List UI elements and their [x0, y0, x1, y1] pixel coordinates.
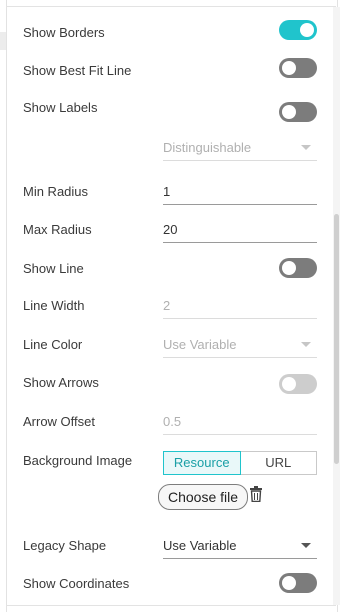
show-borders-label: Show Borders	[23, 25, 105, 40]
show-labels-row: Show Labels	[23, 99, 317, 125]
panel-top-divider	[6, 6, 336, 7]
show-borders-row: Show Borders	[23, 20, 317, 50]
toggle-knob	[282, 576, 296, 590]
line-color-row: Line Color Use Variable	[23, 336, 317, 362]
show-line-toggle[interactable]	[279, 258, 317, 278]
line-color-label: Line Color	[23, 337, 83, 352]
show-line-label: Show Line	[23, 261, 84, 276]
max-radius-value: 20	[163, 222, 178, 237]
min-radius-row: Min Radius 1	[23, 183, 317, 209]
toggle-knob	[282, 377, 296, 391]
resource-option[interactable]: Resource	[163, 451, 241, 475]
background-image-label: Background Image	[23, 453, 133, 468]
show-best-fit-line-row: Show Best Fit Line	[23, 58, 317, 88]
max-radius-label: Max Radius	[23, 222, 92, 237]
labels-mode-value: Distinguishable	[163, 140, 252, 155]
chevron-down-icon	[301, 145, 311, 150]
arrow-offset-input[interactable]: 0.5	[163, 412, 317, 435]
line-color-value: Use Variable	[163, 337, 237, 352]
line-width-input[interactable]: 2	[163, 296, 317, 319]
show-coordinates-row: Show Coordinates	[23, 573, 317, 601]
line-color-dropdown[interactable]: Use Variable	[163, 335, 317, 358]
legacy-shape-label: Legacy Shape	[23, 538, 107, 553]
trash-icon[interactable]	[250, 486, 262, 502]
background-image-source-toggle: Resource URL	[163, 451, 317, 475]
url-option[interactable]: URL	[240, 451, 317, 475]
show-line-row: Show Line	[23, 258, 317, 286]
show-borders-toggle[interactable]	[279, 20, 317, 40]
line-width-label: Line Width	[23, 298, 85, 313]
line-width-value: 2	[163, 298, 171, 313]
toggle-knob	[282, 261, 296, 275]
labels-mode-dropdown[interactable]: Distinguishable	[163, 138, 317, 161]
toggle-knob	[282, 61, 296, 75]
panel-bottom-divider	[6, 605, 336, 606]
show-best-fit-line-label: Show Best Fit Line	[23, 63, 132, 78]
max-radius-input[interactable]: 20	[163, 220, 317, 243]
toggle-knob	[282, 105, 296, 119]
left-edge-shade	[0, 32, 6, 50]
show-arrows-toggle[interactable]	[279, 374, 317, 394]
show-coordinates-label: Show Coordinates	[23, 576, 130, 591]
show-arrows-label: Show Arrows	[23, 375, 99, 390]
min-radius-value: 1	[163, 184, 171, 199]
labels-mode-row: Distinguishable	[23, 139, 317, 165]
arrow-offset-value: 0.5	[163, 414, 182, 429]
show-labels-toggle[interactable]	[279, 102, 317, 122]
show-best-fit-line-toggle[interactable]	[279, 58, 317, 78]
legacy-shape-dropdown[interactable]: Use Variable	[163, 536, 317, 559]
background-image-row: Background Image Resource URL	[23, 451, 317, 478]
chevron-down-icon	[301, 543, 311, 548]
max-radius-row: Max Radius 20	[23, 221, 317, 247]
min-radius-input[interactable]: 1	[163, 182, 317, 205]
show-arrows-row: Show Arrows	[23, 374, 317, 400]
choose-file-button[interactable]: Choose file	[158, 484, 248, 510]
show-coordinates-toggle[interactable]	[279, 573, 317, 593]
legacy-shape-value: Use Variable	[163, 538, 237, 553]
line-width-row: Line Width 2	[23, 297, 317, 323]
legacy-shape-row: Legacy Shape Use Variable	[23, 537, 317, 563]
scrollbar-thumb[interactable]	[334, 214, 339, 464]
arrow-offset-label: Arrow Offset	[23, 414, 96, 429]
arrow-offset-row: Arrow Offset 0.5	[23, 413, 317, 439]
toggle-knob	[300, 23, 314, 37]
min-radius-label: Min Radius	[23, 184, 89, 199]
chevron-down-icon	[301, 342, 311, 347]
show-labels-label: Show Labels	[23, 100, 98, 115]
